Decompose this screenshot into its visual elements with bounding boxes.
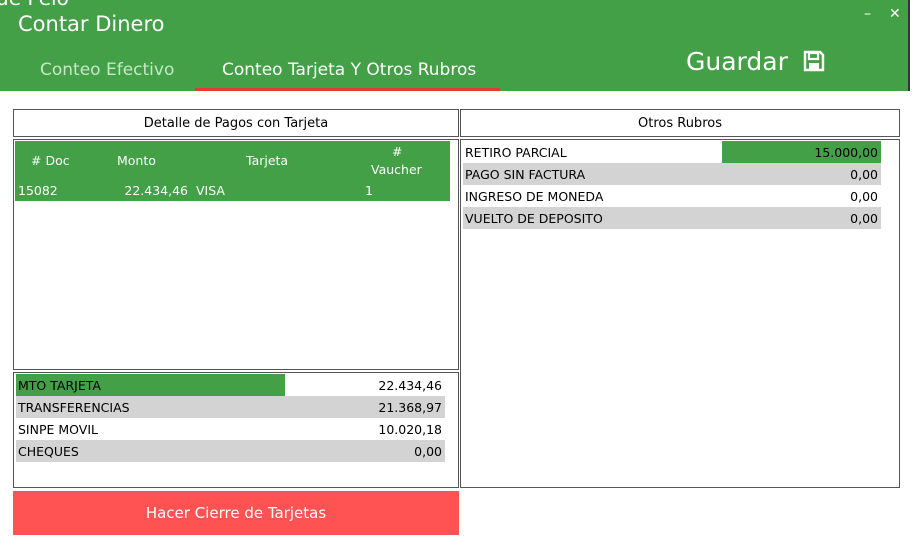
clipped-window-title: de Pelo (0, 0, 69, 10)
card-summary-box: MTO TARJETA 22.434,46 TRANSFERENCIAS 21.… (13, 372, 459, 488)
summary-label: MTO TARJETA (18, 378, 101, 393)
summary-row-sinpe-movil: SINPE MOVIL 10.020,18 (16, 418, 445, 440)
active-tab-indicator (195, 88, 500, 91)
table-row[interactable]: 15082 22.434,46 VISA 1 (15, 179, 450, 201)
tab-conteo-tarjeta[interactable]: Conteo Tarjeta Y Otros Rubros (222, 60, 476, 80)
tab-conteo-efectivo[interactable]: Conteo Efectivo (40, 60, 174, 80)
floppy-disk-icon (803, 50, 825, 72)
summary-value[interactable]: 21.368,97 (378, 400, 442, 415)
summary-row-mto-tarjeta: MTO TARJETA 22.434,46 (16, 374, 445, 396)
summary-value[interactable]: 22.434,46 (378, 378, 442, 393)
row-tarjeta: VISA (196, 183, 225, 198)
save-button[interactable]: Guardar (686, 44, 826, 78)
summary-label: CHEQUES (18, 444, 79, 459)
save-button-label: Guardar (686, 46, 788, 76)
other-panel-title-text: Otros Rubros (638, 115, 722, 131)
window-edge (908, 0, 915, 91)
other-label: RETIRO PARCIAL (465, 145, 567, 160)
other-panel-title: Otros Rubros (460, 109, 900, 137)
column-tarjeta: Tarjeta (246, 153, 289, 168)
other-row-vuelto-de-deposito: VUELTO DE DEPOSITO 0,00 (463, 207, 881, 229)
other-row-retiro-parcial: RETIRO PARCIAL 15.000,00 (463, 141, 881, 163)
card-panel-title-text: Detalle de Pagos con Tarjeta (143, 115, 329, 131)
row-doc: 15082 (18, 183, 58, 198)
column-vaucher-hash: # (392, 144, 403, 159)
row-monto: 22.434,46 (124, 183, 188, 198)
other-row-ingreso-de-moneda: INGRESO DE MONEDA 0,00 (463, 185, 881, 207)
grid-header: # Doc Monto Tarjeta # Vaucher (15, 141, 450, 179)
other-value[interactable]: 0,00 (850, 211, 878, 226)
other-label: VUELTO DE DEPOSITO (465, 211, 603, 226)
summary-label: SINPE MOVIL (18, 422, 98, 437)
column-vaucher: Vaucher (371, 162, 422, 177)
other-value[interactable]: 15.000,00 (814, 145, 878, 160)
other-label: INGRESO DE MONEDA (465, 189, 604, 204)
close-window-button[interactable]: ✕ (889, 6, 901, 22)
other-row-pago-sin-factura: PAGO SIN FACTURA 0,00 (463, 163, 881, 185)
app-title: Contar Dinero (18, 12, 165, 36)
summary-label: TRANSFERENCIAS (18, 400, 130, 415)
title-bar: de Pelo Contar Dinero – ✕ Conteo Efectiv… (0, 0, 908, 91)
close-cards-button-label: Hacer Cierre de Tarjetas (145, 504, 327, 522)
column-monto: Monto (117, 153, 156, 168)
other-label: PAGO SIN FACTURA (465, 167, 586, 182)
minimize-button[interactable]: – (864, 6, 871, 22)
summary-value[interactable]: 0,00 (414, 444, 442, 459)
other-value[interactable]: 0,00 (850, 167, 878, 182)
summary-row-transferencias: TRANSFERENCIAS 21.368,97 (16, 396, 445, 418)
row-vaucher: 1 (365, 183, 373, 198)
other-value[interactable]: 0,00 (850, 189, 878, 204)
summary-value[interactable]: 10.020,18 (378, 422, 442, 437)
card-payments-grid[interactable]: # Doc Monto Tarjeta # Vaucher 15082 22.4… (13, 139, 459, 370)
card-panel-title: Detalle de Pagos con Tarjeta (13, 109, 459, 137)
summary-row-cheques: CHEQUES 0,00 (16, 440, 445, 462)
close-cards-button[interactable]: Hacer Cierre de Tarjetas (13, 491, 459, 535)
column-doc: # Doc (31, 153, 70, 168)
other-items-box: RETIRO PARCIAL 15.000,00 PAGO SIN FACTUR… (460, 139, 900, 488)
